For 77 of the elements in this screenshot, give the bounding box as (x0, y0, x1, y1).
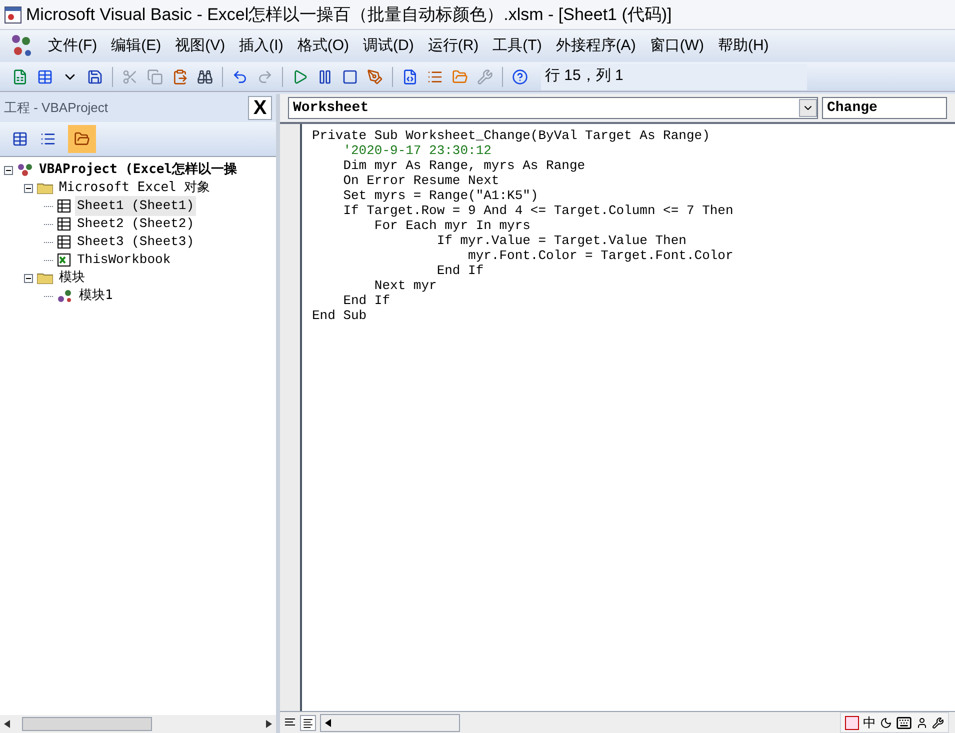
procedure-view-icon[interactable] (284, 718, 296, 728)
pause-icon[interactable] (317, 68, 333, 84)
project-icon (17, 163, 33, 177)
app-icon (4, 6, 22, 24)
code-line: End Sub (312, 308, 367, 323)
sheet-icon (57, 217, 71, 231)
object-dropdown[interactable]: Worksheet (288, 97, 818, 119)
scroll-right-icon[interactable] (266, 720, 272, 728)
menu-item[interactable]: 插入(I) (239, 34, 284, 58)
menu-item[interactable]: 窗口(W) (650, 34, 704, 58)
expander[interactable] (4, 166, 13, 174)
code-line: myr.Font.Color = Target.Font.Color (467, 248, 734, 263)
object-browser-icon[interactable] (452, 68, 468, 84)
workbook-icon (57, 253, 71, 267)
menu-item[interactable]: 视图(V) (175, 34, 226, 58)
scroll-left-icon[interactable] (325, 718, 331, 726)
sheet-icon (57, 199, 71, 213)
code-line: On Error Resume Next (342, 173, 500, 188)
tree-item[interactable]: Microsoft Excel 对象 (57, 178, 212, 198)
menu-item[interactable]: 调试(D) (363, 34, 414, 58)
tree-item[interactable]: 模块 (57, 268, 87, 288)
full-module-view-icon[interactable] (300, 714, 316, 730)
horizontal-scrollbar[interactable] (0, 715, 276, 733)
code-line: For Each myr In myrs (373, 218, 530, 233)
toggle-folders-button[interactable] (68, 125, 96, 153)
code-line: Dim myr As Range, myrs As Range (342, 158, 586, 173)
menu-item[interactable]: 编辑(E) (111, 34, 162, 58)
folder-icon (37, 272, 53, 284)
close-button[interactable]: X (248, 96, 272, 120)
save-icon[interactable] (87, 68, 103, 84)
find-icon[interactable] (197, 68, 213, 84)
settings-icon[interactable] (932, 716, 944, 728)
view-code-icon[interactable] (12, 131, 28, 147)
tree-item[interactable]: 模块1 (77, 286, 115, 306)
tree-item[interactable]: Sheet2 (Sheet2) (75, 214, 196, 234)
module-icon (57, 289, 73, 303)
cursor-position: 行 15，列 1 (541, 64, 807, 90)
menu-item[interactable]: 外接程序(A) (556, 34, 636, 58)
menu-item[interactable]: 运行(R) (428, 34, 479, 58)
moon-icon[interactable] (880, 716, 892, 728)
tree-item[interactable]: Sheet1 (Sheet1) (75, 196, 196, 216)
stop-icon[interactable] (342, 68, 358, 84)
folder-icon (74, 131, 90, 147)
view-object-icon[interactable] (40, 131, 56, 147)
undo-icon[interactable] (232, 68, 248, 84)
expander[interactable] (24, 274, 33, 282)
menu-item[interactable]: 帮助(H) (718, 34, 769, 58)
expander[interactable] (24, 184, 33, 192)
scroll-left-icon[interactable] (4, 720, 10, 728)
tree-item[interactable]: ThisWorkbook (75, 250, 173, 270)
keyboard-icon[interactable] (896, 714, 912, 730)
ime-mode[interactable]: 中 (863, 712, 876, 732)
tree-item[interactable]: VBAProject (Excel怎样以一操 (37, 160, 240, 180)
folder-icon (37, 182, 53, 194)
tree-item[interactable]: Sheet3 (Sheet3) (75, 232, 196, 252)
code-comment: '2020-9-17 23:30:12 (342, 143, 492, 158)
code-line: End If (436, 263, 484, 278)
code-line: Next myr (373, 278, 437, 293)
run-icon[interactable] (292, 68, 308, 84)
code-line: End If (342, 293, 390, 308)
menu-item[interactable]: 工具(T) (492, 34, 542, 58)
code-horizontal-scrollbar[interactable] (320, 714, 460, 732)
code-line: Set myrs = Range("A1:K5") (342, 188, 538, 203)
panel-title: 工程 - VBAProject (4, 99, 108, 118)
input-method-icon[interactable] (845, 716, 859, 730)
code-line: If Target.Row = 9 And 4 <= Target.Column <= 7 Then (342, 203, 734, 218)
sheet-icon (57, 235, 71, 249)
window-title: Microsoft Visual Basic - Excel怎样以一操百（批量自动标颜色）.xlsm - [Sheet1 (代码)] (26, 4, 672, 26)
help-icon[interactable] (512, 68, 528, 84)
code-line: Private Sub Worksheet_Change(ByVal Target As Range) (312, 128, 710, 143)
menu-item[interactable]: 文件(F) (48, 34, 98, 58)
user-icon[interactable] (916, 716, 928, 728)
menu-item[interactable]: 格式(O) (297, 34, 349, 58)
procedure-dropdown[interactable]: Change (822, 97, 947, 119)
paste-icon[interactable] (172, 68, 188, 84)
code-line: If myr.Value = Target.Value Then (436, 233, 686, 248)
excel-icon[interactable] (12, 68, 28, 84)
